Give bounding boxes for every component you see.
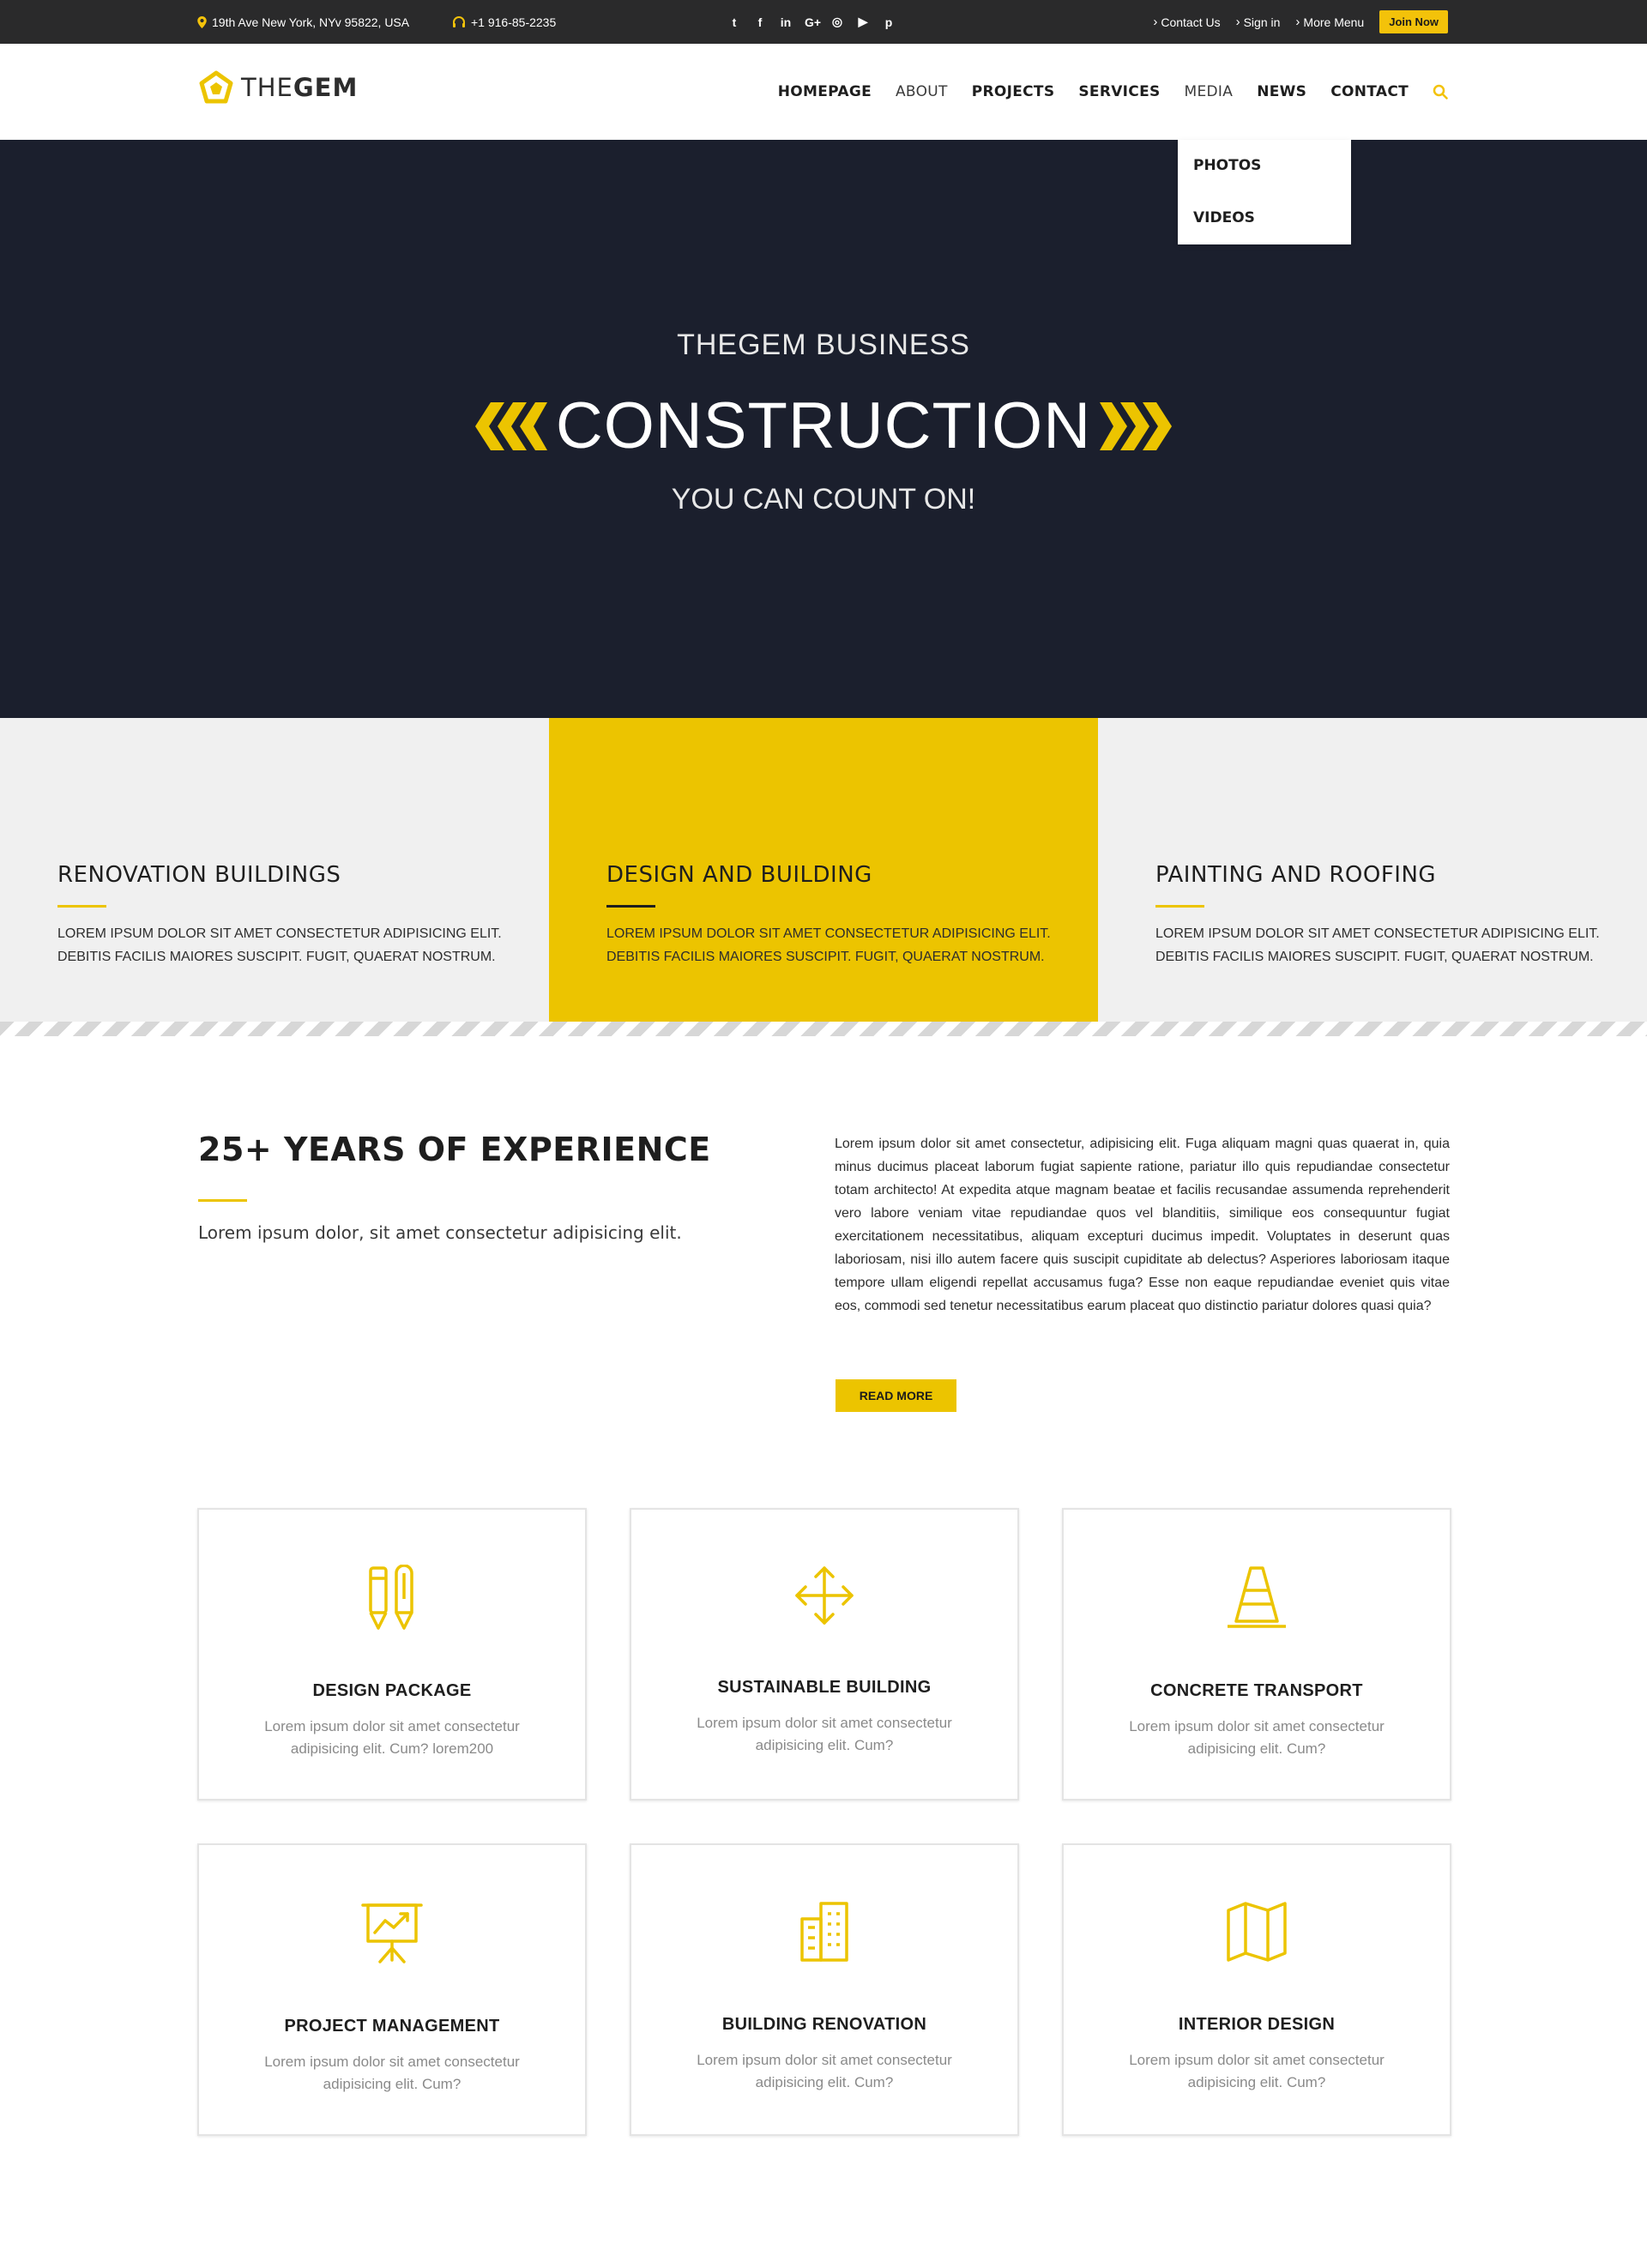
service-text: Lorem ipsum dolor sit amet consectetur a… [1129, 2052, 1385, 2090]
main-nav: HOMEPAGE ABOUT PROJECTS SERVICES MEDIA N… [778, 44, 1448, 140]
chevron-right-icon: › [1295, 15, 1300, 29]
traffic-cone-icon [1228, 1566, 1286, 1628]
service-text: Lorem ipsum dolor sit amet consectetur a… [697, 1715, 952, 1753]
nav-media[interactable]: MEDIA [1185, 83, 1234, 100]
feature-renovation: RENOVATION BUILDINGS LOREM IPSUM DOLOR S… [0, 718, 549, 1036]
service-title: INTERIOR DESIGN [1178, 2015, 1336, 2034]
search-icon[interactable] [1433, 84, 1448, 100]
dropdown-photos[interactable]: PHOTOS [1178, 140, 1351, 192]
service-card-concrete-transport[interactable]: CONCRETE TRANSPORT Lorem ipsum dolor sit… [1062, 1508, 1451, 1801]
twitter-icon[interactable]: t [727, 15, 741, 29]
map-icon [1227, 1902, 1287, 1962]
feature-text: LOREM IPSUM DOLOR SIT AMET CONSECTETUR A… [606, 926, 1051, 964]
experience-lead: Lorem ipsum dolor, sit amet consectetur … [198, 1222, 682, 1243]
service-card-interior-design[interactable]: INTERIOR DESIGN Lorem ipsum dolor sit am… [1062, 1843, 1451, 2136]
hero-section: THEGEM BUSINESS CONSTRUCTION YOU CAN COU… [0, 140, 1647, 718]
dropdown-videos[interactable]: VIDEOS [1178, 192, 1351, 244]
sign-in-label: Sign in [1243, 15, 1281, 29]
chevrons-left-icon [474, 401, 547, 450]
main-header: THEGEM HOMEPAGE ABOUT PROJECTS SERVICES … [0, 44, 1647, 140]
sign-in-link[interactable]: › Sign in [1236, 15, 1281, 29]
service-text: Lorem ipsum dolor sit amet consectetur a… [264, 1718, 520, 1757]
feature-divider [1155, 905, 1204, 908]
chevrons-right-icon [1100, 401, 1173, 450]
service-card-design-package[interactable]: DESIGN PACKAGE Lorem ipsum dolor sit ame… [197, 1508, 587, 1801]
media-dropdown: PHOTOS VIDEOS [1178, 140, 1351, 244]
address-text: 19th Ave New York, NYv 95822, USA [212, 15, 410, 29]
nav-contact[interactable]: CONTACT [1330, 83, 1409, 100]
feature-strip: RENOVATION BUILDINGS LOREM IPSUM DOLOR S… [0, 718, 1647, 1036]
gem-logo-icon [199, 70, 233, 104]
experience-title: 25+ YEARS OF EXPERIENCE [198, 1131, 711, 1168]
join-now-button[interactable]: Join Now [1379, 10, 1448, 33]
move-arrows-icon [795, 1566, 854, 1625]
phone-text: +1 916-85-2235 [471, 15, 557, 29]
pencils-icon [369, 1565, 413, 1630]
map-pin-icon [197, 15, 207, 28]
buildings-icon [800, 1902, 848, 1962]
googleplus-icon[interactable]: G+ [805, 15, 821, 29]
social-links: t f in G+ ◎ ▶ p [727, 0, 896, 44]
hazard-stripes [0, 1022, 1647, 1036]
service-title: PROJECT MANAGEMENT [284, 2017, 500, 2036]
linkedin-icon[interactable]: in [779, 15, 793, 29]
service-card-project-management[interactable]: PROJECT MANAGEMENT Lorem ipsum dolor sit… [197, 1843, 587, 2136]
phone: +1 916-85-2235 [452, 0, 556, 44]
hero-tagline: YOU CAN COUNT ON! [671, 483, 976, 516]
logo[interactable]: THEGEM [198, 70, 358, 105]
youtube-icon[interactable]: ▶ [856, 15, 870, 29]
service-title: BUILDING RENOVATION [721, 2015, 927, 2034]
service-text: Lorem ipsum dolor sit amet consectetur a… [1129, 1718, 1385, 1757]
nav-news[interactable]: NEWS [1257, 83, 1306, 100]
hero-title-row: CONSTRUCTION [0, 389, 1647, 463]
contact-us-link[interactable]: › Contact Us [1153, 15, 1220, 29]
service-title: DESIGN PACKAGE [312, 1681, 472, 1700]
read-more-button[interactable]: READ MORE [836, 1379, 956, 1412]
logo-text: THEGEM [241, 73, 359, 102]
more-menu-link[interactable]: › More Menu [1295, 15, 1364, 29]
chevron-right-icon: › [1235, 15, 1240, 29]
hero-subtitle: THEGEM BUSINESS [677, 329, 970, 361]
service-text: Lorem ipsum dolor sit amet consectetur a… [697, 2052, 952, 2090]
feature-text: LOREM IPSUM DOLOR SIT AMET CONSECTETUR A… [57, 926, 502, 964]
feature-text: LOREM IPSUM DOLOR SIT AMET CONSECTETUR A… [1155, 926, 1600, 964]
more-menu-label: More Menu [1303, 15, 1365, 29]
nav-about[interactable]: ABOUT [896, 83, 948, 100]
feature-divider [57, 905, 106, 908]
nav-services[interactable]: SERVICES [1078, 83, 1160, 100]
top-bar: 19th Ave New York, NYv 95822, USA +1 916… [0, 0, 1647, 44]
hero-title: CONSTRUCTION [555, 389, 1092, 462]
contact-us-label: Contact Us [1161, 15, 1221, 29]
address: 19th Ave New York, NYv 95822, USA [197, 0, 409, 44]
feature-painting: PAINTING AND ROOFING LOREM IPSUM DOLOR S… [1098, 718, 1647, 1036]
nav-homepage[interactable]: HOMEPAGE [778, 83, 872, 100]
feature-divider [606, 905, 655, 908]
service-card-sustainable-building[interactable]: SUSTAINABLE BUILDING Lorem ipsum dolor s… [630, 1508, 1019, 1801]
nav-projects[interactable]: PROJECTS [972, 83, 1055, 100]
instagram-icon[interactable]: ◎ [830, 15, 844, 29]
headset-icon [453, 15, 465, 27]
service-text: Lorem ipsum dolor sit amet consectetur a… [264, 2054, 520, 2092]
feature-title: RENOVATION BUILDINGS [57, 862, 341, 888]
feature-title: PAINTING AND ROOFING [1155, 862, 1437, 888]
pinterest-icon[interactable]: p [882, 15, 896, 29]
feature-title: DESIGN AND BUILDING [606, 862, 872, 888]
experience-divider [198, 1199, 247, 1202]
experience-body: Lorem ipsum dolor sit amet consectetur, … [835, 1137, 1450, 1313]
service-title: SUSTAINABLE BUILDING [717, 1678, 932, 1697]
service-title: CONCRETE TRANSPORT [1150, 1681, 1363, 1700]
top-links: › Contact Us › Sign in › More Menu Join Now [1153, 0, 1448, 44]
service-card-building-renovation[interactable]: BUILDING RENOVATION Lorem ipsum dolor si… [630, 1843, 1019, 2136]
feature-design: DESIGN AND BUILDING LOREM IPSUM DOLOR SI… [549, 718, 1098, 1036]
presentation-chart-icon [361, 1903, 423, 1963]
chevron-right-icon: › [1153, 15, 1158, 29]
facebook-icon[interactable]: f [753, 15, 767, 29]
